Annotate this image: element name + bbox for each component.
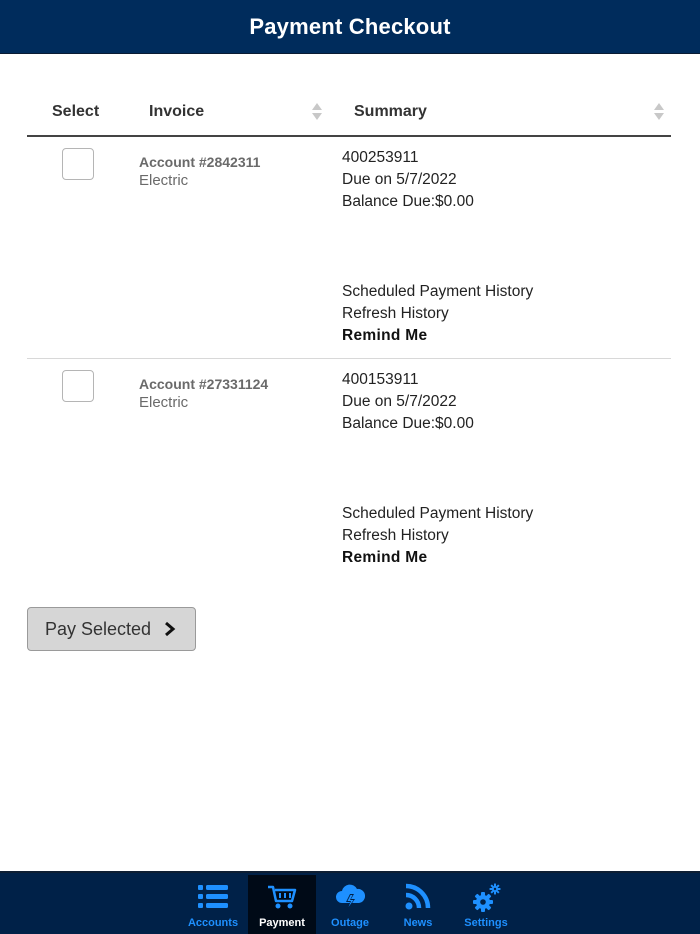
account-number: Account #2842311 [139, 154, 261, 170]
tab-payment[interactable]: Payment [248, 875, 316, 934]
bottom-tab-bar: Accounts Payment Outage News Settings [0, 871, 700, 934]
sort-invoice-icon[interactable] [311, 102, 323, 122]
column-header-invoice[interactable]: Invoice [149, 103, 204, 121]
tab-outage-label: Outage [331, 917, 369, 929]
table-header: Select Invoice Summary [27, 86, 671, 137]
balance-due: Balance Due:$0.00 [342, 193, 474, 210]
scheduled-payment-history-link[interactable]: Scheduled Payment History [342, 505, 533, 523]
tab-accounts[interactable]: Accounts [180, 875, 246, 934]
select-checkbox[interactable] [62, 148, 94, 180]
select-checkbox[interactable] [62, 370, 94, 402]
due-date: Due on 5/7/2022 [342, 171, 457, 188]
balance-due: Balance Due:$0.00 [342, 415, 474, 432]
table-row: Account #2842311 Electric 400253911 Due … [27, 137, 671, 359]
refresh-history-link[interactable]: Refresh History [342, 527, 449, 545]
due-date: Due on 5/7/2022 [342, 393, 457, 410]
gears-icon [473, 883, 501, 912]
pay-selected-label: Pay Selected [45, 618, 152, 639]
remind-me-link[interactable]: Remind Me [342, 327, 427, 345]
sort-summary-icon[interactable] [653, 102, 665, 122]
invoice-number: 400153911 [342, 371, 419, 388]
cart-icon [268, 885, 297, 909]
tab-payment-label: Payment [259, 917, 305, 929]
table-row: Account #27331124 Electric 400153911 Due… [27, 359, 671, 581]
refresh-history-link[interactable]: Refresh History [342, 305, 449, 323]
tab-accounts-label: Accounts [187, 917, 239, 929]
account-type: Electric [139, 394, 189, 411]
scheduled-payment-history-link[interactable]: Scheduled Payment History [342, 283, 533, 301]
page-title: Payment Checkout [249, 13, 451, 39]
header-bar: Payment Checkout [0, 0, 700, 54]
tab-news[interactable]: News [385, 875, 451, 934]
tab-settings-label: Settings [464, 917, 508, 929]
list-icon [198, 885, 228, 908]
remind-me-link[interactable]: Remind Me [342, 549, 427, 567]
tab-outage[interactable]: Outage [317, 875, 383, 934]
tab-news-label: News [403, 917, 433, 929]
account-type: Electric [139, 172, 189, 189]
tab-settings[interactable]: Settings [453, 875, 519, 934]
column-header-summary[interactable]: Summary [354, 103, 427, 121]
pay-selected-button[interactable]: Pay Selected [27, 607, 196, 651]
invoice-number: 400253911 [342, 149, 419, 166]
storm-cloud-icon [336, 884, 365, 910]
column-header-select: Select [52, 103, 100, 120]
chevron-right-icon [165, 621, 176, 637]
rss-icon [405, 883, 431, 910]
account-number: Account #27331124 [139, 376, 269, 392]
